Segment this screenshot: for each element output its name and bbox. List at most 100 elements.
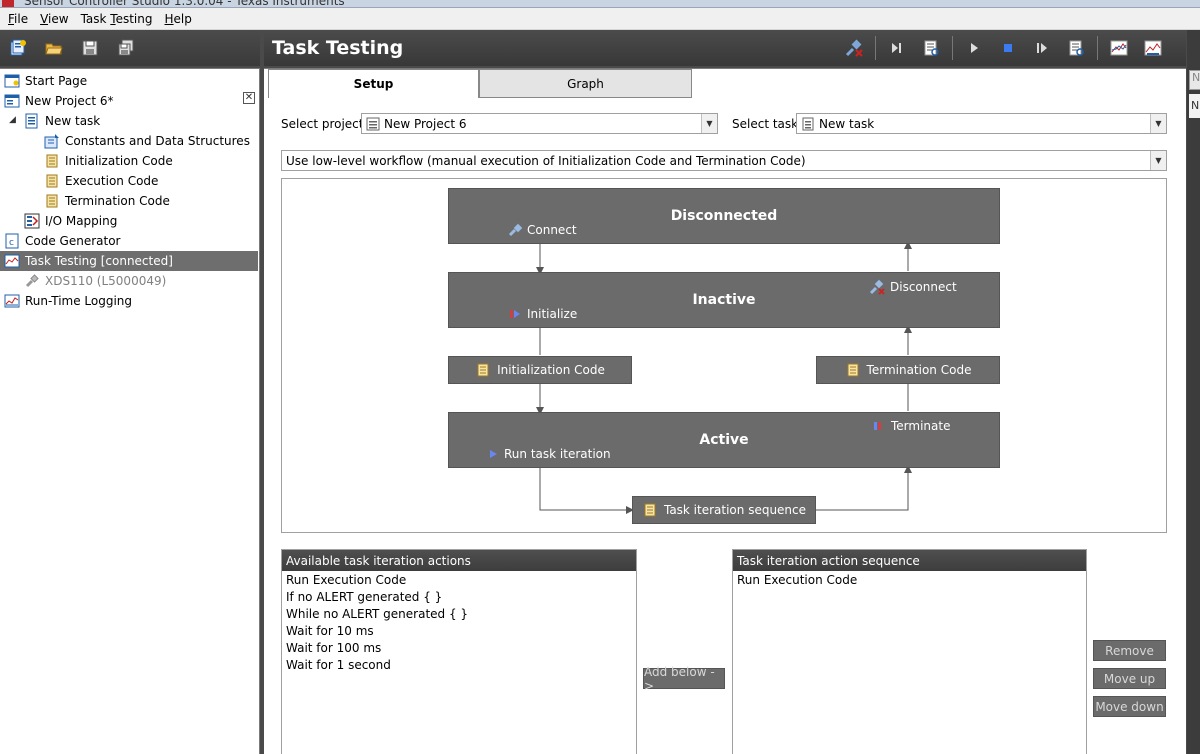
tree-item-xds110[interactable]: XDS110 (L5000049) <box>24 271 166 291</box>
iteration-sequence-label: Task iteration sequence <box>663 503 807 517</box>
tree-label: Constants and Data Structures <box>65 134 250 148</box>
move-down-button[interactable]: Move down <box>1093 696 1166 717</box>
tree-item-exec-code[interactable]: Execution Code <box>44 171 158 191</box>
project-icon <box>366 117 380 130</box>
tree-item-task[interactable]: New task <box>24 111 100 131</box>
stop-icon[interactable] <box>996 36 1020 60</box>
tree-item-task-testing[interactable]: Task Testing [connected] <box>0 251 258 271</box>
tree-label: XDS110 (L5000049) <box>45 274 167 288</box>
tree-label: I/O Mapping <box>45 214 118 228</box>
step-icon[interactable] <box>885 36 909 60</box>
select-project-label: Select project: <box>281 117 368 131</box>
run-icon <box>490 450 497 458</box>
select-task-label: Select task: <box>732 117 803 131</box>
disconnect-icon[interactable] <box>842 36 866 60</box>
tree-item-init-code[interactable]: Initialization Code <box>44 151 173 171</box>
list-item[interactable]: Run Execution Code <box>282 571 636 588</box>
page-title: Task Testing <box>272 37 404 59</box>
run-continuous-icon[interactable] <box>1030 36 1054 60</box>
tree-item-runtime-logging[interactable]: Run-Time Logging <box>4 291 132 311</box>
available-actions-list: Available task iteration actions Run Exe… <box>281 549 637 754</box>
terminate-label: Terminate <box>891 419 951 433</box>
initialize-icon <box>510 310 520 318</box>
init-code-box[interactable]: Initialization Code <box>448 356 632 384</box>
tree-label: Task Testing [connected] <box>25 254 173 268</box>
right-panel-tab[interactable]: N <box>1189 94 1200 118</box>
list-item[interactable]: While no ALERT generated { } <box>282 605 636 622</box>
connect-label: Connect <box>527 223 577 237</box>
menu-task-testing-pre: Task <box>80 11 111 26</box>
add-below-button[interactable]: Add below -> <box>643 665 725 693</box>
chevron-down-icon[interactable]: ▼ <box>1150 151 1166 170</box>
graph-icon[interactable] <box>1107 36 1131 60</box>
menu-task-testing[interactable]: Task Testing <box>75 12 159 26</box>
terminate-icon <box>874 422 881 430</box>
tree-item-project[interactable]: New Project 6* <box>4 91 114 111</box>
data-structures-icon <box>44 133 60 149</box>
list-item[interactable]: Wait for 10 ms <box>282 622 636 639</box>
iteration-sequence-box[interactable]: Task iteration sequence <box>632 496 816 524</box>
select-project-combo[interactable]: New Project 6 ▼ <box>361 113 718 134</box>
menu-view-mnemonic: V <box>40 11 49 26</box>
log-document-icon[interactable] <box>1064 36 1088 60</box>
tab-graph[interactable]: Graph <box>479 69 692 98</box>
menu-view[interactable]: View <box>34 12 74 26</box>
tree-item-io-mapping[interactable]: I/O Mapping <box>24 211 117 231</box>
tree-item-term-code[interactable]: Termination Code <box>44 191 170 211</box>
tree-label: Run-Time Logging <box>25 294 133 308</box>
connect-action[interactable]: Connect <box>508 223 577 237</box>
scroll-code-icon <box>477 363 489 377</box>
io-mapping-icon <box>24 213 40 229</box>
tree-item-constants[interactable]: Constants and Data Structures <box>44 131 250 151</box>
select-task-combo[interactable]: New task ▼ <box>796 113 1167 134</box>
disconnect-action[interactable]: Disconnect <box>869 279 957 295</box>
start-page-icon <box>4 73 20 89</box>
menu-file[interactable]: File <box>2 12 34 26</box>
window-title-bar: Sensor Controller Studio 1.3.0.04 - Texa… <box>0 0 1200 8</box>
project-toolbar <box>0 30 260 66</box>
term-code-label: Termination Code <box>866 363 972 377</box>
list-item[interactable]: Wait for 1 second <box>282 656 636 673</box>
task-icon <box>802 117 814 130</box>
run-icon[interactable] <box>962 36 986 60</box>
list-item[interactable]: If no ALERT generated { } <box>282 588 636 605</box>
tree-item-code-generator[interactable]: c Code Generator <box>4 231 120 251</box>
new-project-icon[interactable] <box>8 38 28 58</box>
project-explorer-panel: Start Page New Project 6* ✕ ◢ New task C… <box>0 68 260 754</box>
view-document-icon[interactable] <box>919 36 943 60</box>
save-all-icon[interactable] <box>116 38 136 58</box>
tab-setup[interactable]: Setup <box>268 69 479 98</box>
open-project-icon[interactable] <box>44 38 64 58</box>
chevron-down-icon[interactable]: ▼ <box>701 114 717 133</box>
right-panel-tab[interactable]: N <box>1189 70 1200 90</box>
list-item[interactable]: Run Execution Code <box>733 571 1086 588</box>
action-sequence-header: Task iteration action sequence <box>733 550 1086 571</box>
move-up-button[interactable]: Move up <box>1093 668 1166 689</box>
close-project-icon[interactable]: ✕ <box>243 92 255 104</box>
init-code-label: Initialization Code <box>497 363 605 377</box>
task-testing-header: Task Testing <box>264 30 1186 66</box>
initialize-action[interactable]: Initialize <box>508 307 577 321</box>
action-sequence-list: Task iteration action sequence Run Execu… <box>732 549 1087 754</box>
state-disconnected: Disconnected Connect <box>448 188 1000 244</box>
tree-label: Termination Code <box>65 194 170 208</box>
runtime-logging-icon <box>4 293 20 309</box>
workflow-select[interactable]: Use low-level workflow (manual execution… <box>281 150 1167 171</box>
terminate-action[interactable]: Terminate <box>872 419 950 433</box>
remove-button[interactable]: Remove <box>1093 640 1166 661</box>
tree-item-start-page[interactable]: Start Page <box>4 71 87 91</box>
state-inactive: Inactive Disconnect Initialize <box>448 272 1000 328</box>
term-code-box[interactable]: Termination Code <box>816 356 1000 384</box>
toolbar-separator <box>952 36 953 60</box>
list-item[interactable]: Wait for 100 ms <box>282 639 636 656</box>
task-testing-toolbar <box>837 30 1170 66</box>
expand-task-icon[interactable]: ◢ <box>9 115 16 125</box>
toolbar-separator <box>875 36 876 60</box>
graph-settings-icon[interactable] <box>1141 36 1165 60</box>
select-project-value: New Project 6 <box>384 116 467 131</box>
available-actions-header: Available task iteration actions <box>282 550 636 571</box>
menu-help[interactable]: Help <box>159 12 198 26</box>
run-iteration-action[interactable]: Run task iteration <box>487 447 611 461</box>
chevron-down-icon[interactable]: ▼ <box>1150 114 1166 133</box>
save-icon[interactable] <box>80 38 100 58</box>
